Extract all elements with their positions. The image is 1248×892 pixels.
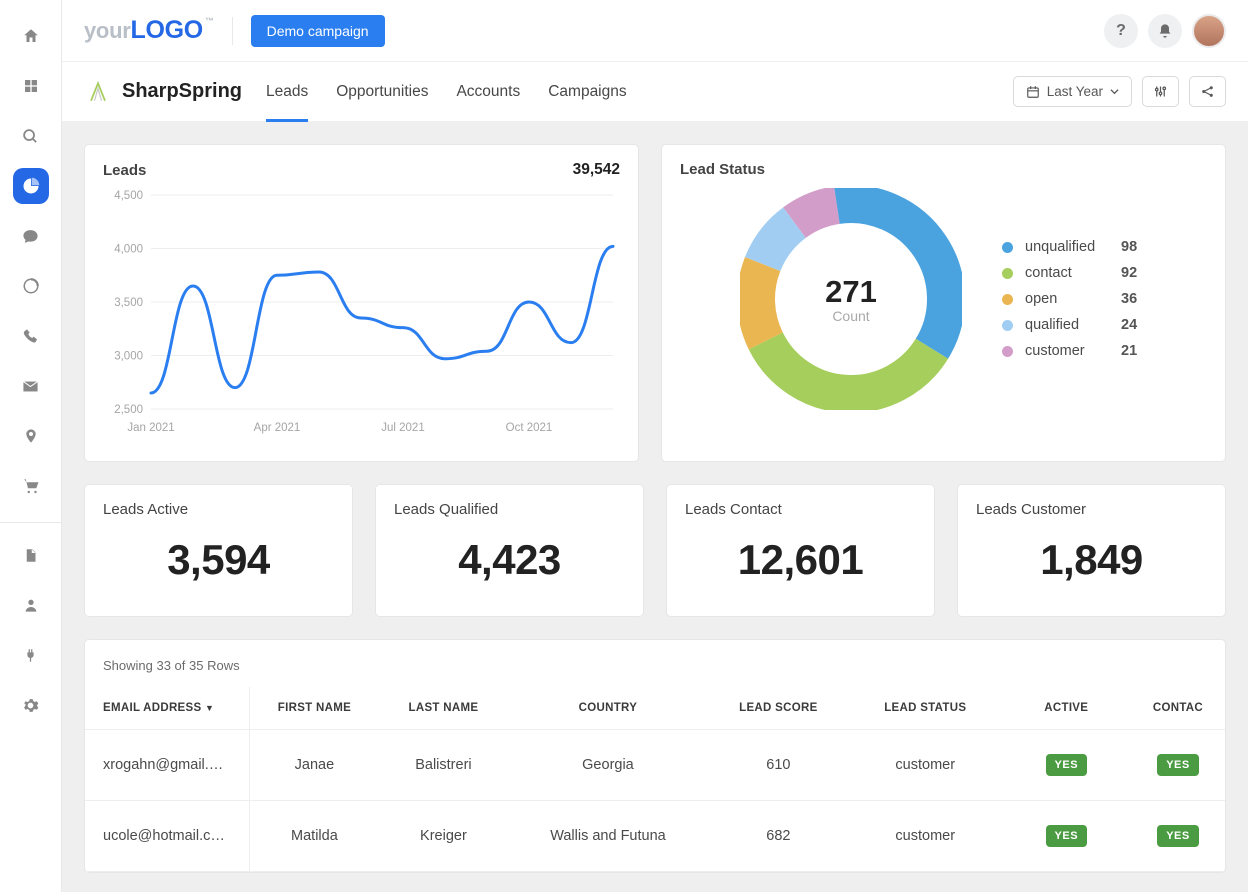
demo-campaign-button[interactable]: Demo campaign — [251, 15, 385, 47]
cart-icon[interactable] — [13, 468, 49, 504]
app-logo-icon — [84, 78, 112, 106]
share-icon — [1200, 84, 1215, 99]
leads-table: EMAIL ADDRESS ▼FIRST NAMELAST NAMECOUNTR… — [85, 687, 1225, 872]
stat-label: Leads Qualified — [394, 501, 625, 518]
sidebar — [0, 0, 62, 892]
legend-item: qualified24 — [1002, 317, 1137, 333]
table-header[interactable]: LEAD SCORE — [708, 687, 849, 730]
leads-chart-title: Leads — [103, 162, 146, 179]
tab-leads[interactable]: Leads — [266, 62, 308, 121]
table-header[interactable]: CONTAC — [1131, 687, 1225, 730]
stat-value: 4,423 — [394, 536, 625, 584]
chevron-down-icon — [1110, 87, 1119, 96]
stat-value: 3,594 — [103, 536, 334, 584]
table-header[interactable]: COUNTRY — [508, 687, 708, 730]
tab-opportunities[interactable]: Opportunities — [336, 62, 428, 121]
tab-accounts[interactable]: Accounts — [456, 62, 520, 121]
app-name: SharpSpring — [122, 80, 242, 103]
stat-label: Leads Customer — [976, 501, 1207, 518]
file-icon[interactable] — [13, 537, 49, 573]
search-icon[interactable] — [13, 118, 49, 154]
mail-icon[interactable] — [13, 368, 49, 404]
chat-icon[interactable] — [13, 218, 49, 254]
table-header[interactable]: EMAIL ADDRESS ▼ — [85, 687, 250, 730]
leads-chart-card: Leads 39,542 2,500 3,000 3,500 4,000 4,500 Ja… — [84, 144, 639, 462]
legend-item: unqualified98 — [1002, 239, 1137, 255]
svg-text:Apr 2021: Apr 2021 — [254, 422, 301, 434]
tabs: Leads Opportunities Accounts Campaigns — [266, 62, 627, 121]
stat-card: Leads Qualified 4,423 — [375, 484, 644, 617]
svg-text:Jan 2021: Jan 2021 — [127, 422, 174, 434]
stat-value: 12,601 — [685, 536, 916, 584]
leads-chart-value: 39,542 — [573, 161, 620, 179]
stat-card: Leads Active 3,594 — [84, 484, 353, 617]
user-icon[interactable] — [13, 587, 49, 623]
table-row[interactable]: xrogahn@gmail.…JanaeBalistreriGeorgia610… — [85, 730, 1225, 801]
subheader: SharpSpring Leads Opportunities Accounts… — [62, 62, 1248, 122]
legend-item: contact92 — [1002, 265, 1137, 281]
avatar[interactable] — [1192, 14, 1226, 48]
table-row[interactable]: ucole@hotmail.c…MatildaKreigerWallis and… — [85, 801, 1225, 872]
plug-icon[interactable] — [13, 637, 49, 673]
table-header[interactable]: LAST NAME — [379, 687, 508, 730]
sliders-icon — [1153, 84, 1168, 99]
lead-status-title: Lead Status — [680, 161, 1207, 178]
table-header[interactable]: LEAD STATUS — [849, 687, 1002, 730]
stat-card: Leads Contact 12,601 — [666, 484, 935, 617]
home-icon[interactable] — [13, 18, 49, 54]
bell-icon[interactable] — [1148, 14, 1182, 48]
help-icon[interactable]: ? — [1104, 14, 1138, 48]
tab-campaigns[interactable]: Campaigns — [548, 62, 626, 121]
leads-table-card: Showing 33 of 35 Rows EMAIL ADDRESS ▼FIR… — [84, 639, 1226, 873]
donut-total: 271 — [825, 274, 877, 310]
svg-text:Jul 2021: Jul 2021 — [381, 422, 424, 434]
legend-item: customer21 — [1002, 343, 1137, 359]
phone-icon[interactable] — [13, 318, 49, 354]
table-header[interactable]: ACTIVE — [1002, 687, 1131, 730]
target-icon[interactable] — [13, 268, 49, 304]
table-header[interactable]: FIRST NAME — [250, 687, 379, 730]
svg-text:2,500: 2,500 — [114, 404, 143, 416]
share-button[interactable] — [1189, 76, 1226, 107]
gear-icon[interactable] — [13, 687, 49, 723]
grid-icon[interactable] — [13, 68, 49, 104]
stat-card: Leads Customer 1,849 — [957, 484, 1226, 617]
donut-label: Count — [825, 308, 877, 324]
topbar: yourLOGO™ Demo campaign ? — [62, 0, 1248, 62]
svg-text:Oct 2021: Oct 2021 — [506, 422, 553, 434]
legend-item: open36 — [1002, 291, 1137, 307]
svg-text:3,500: 3,500 — [114, 297, 143, 309]
calendar-icon — [1026, 85, 1040, 99]
chart-pie-icon[interactable] — [13, 168, 49, 204]
svg-text:4,500: 4,500 — [114, 190, 143, 202]
svg-text:3,000: 3,000 — [114, 351, 143, 363]
logo: yourLOGO™ — [84, 16, 214, 45]
stat-label: Leads Contact — [685, 501, 916, 518]
date-filter-button[interactable]: Last Year — [1013, 76, 1132, 107]
stat-value: 1,849 — [976, 536, 1207, 584]
stat-label: Leads Active — [103, 501, 334, 518]
lead-status-card: Lead Status 271 Count unqualified98 conta… — [661, 144, 1226, 462]
donut-legend: unqualified98 contact92 open36 qualified24 c… — [1002, 239, 1137, 359]
settings-sliders-button[interactable] — [1142, 76, 1179, 107]
leads-line-chart: 2,500 3,000 3,500 4,000 4,500 Jan 2021 Apr 202… — [103, 185, 623, 445]
table-meta: Showing 33 of 35 Rows — [85, 640, 1225, 687]
svg-text:4,000: 4,000 — [114, 244, 143, 256]
pin-icon[interactable] — [13, 418, 49, 454]
